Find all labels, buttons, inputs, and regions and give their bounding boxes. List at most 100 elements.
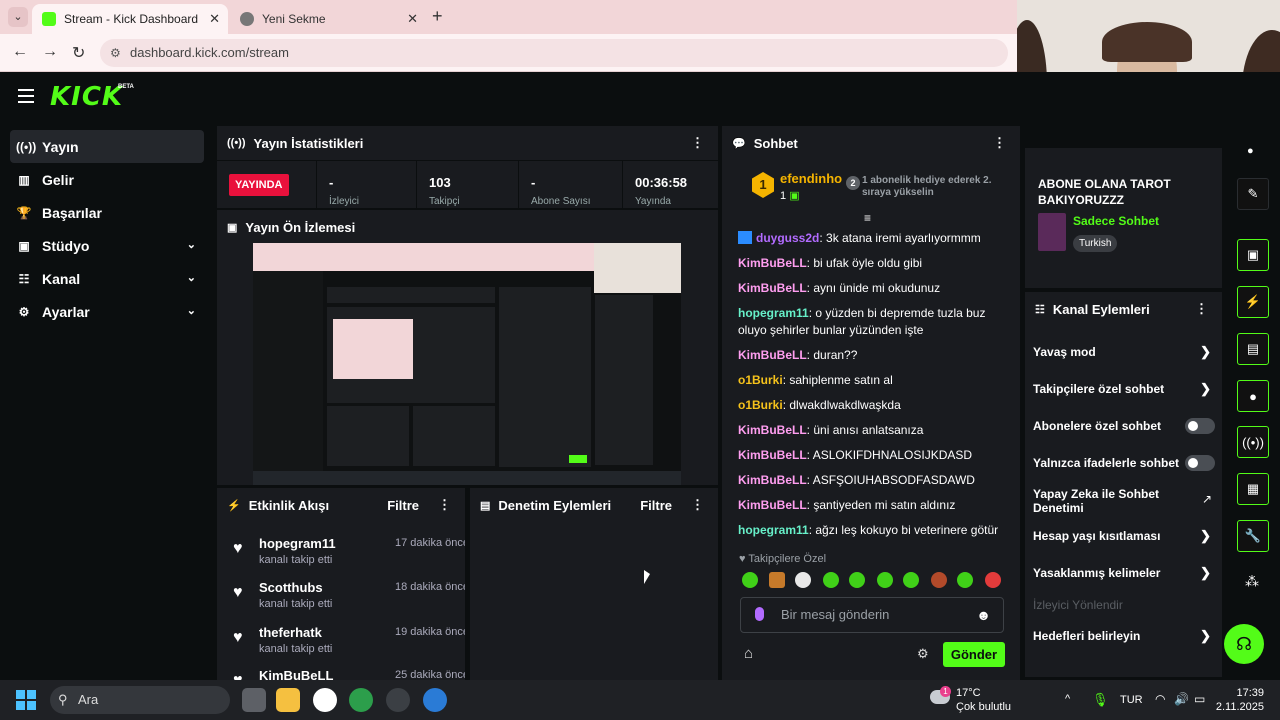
site-info-icon[interactable]: ⚙ [110,39,121,67]
emote-icon[interactable] [931,572,947,588]
battery-icon[interactable]: ▭ [1194,692,1205,706]
action-followers-only[interactable]: Takipçilere özel sohbet ❯ [1033,381,1215,396]
filter-button[interactable]: Filtre [387,498,419,513]
kick-logo[interactable]: KICK [50,82,123,112]
category-link[interactable]: Sadece Sohbet [1073,214,1159,228]
sidebar-item-studyo[interactable]: ▣ Stüdyo ⌄ [10,229,204,262]
weather-temp[interactable]: 17°C [956,687,981,699]
document-icon[interactable]: ▤ [1237,333,1269,365]
emote-icon[interactable] [795,572,811,588]
activity-user[interactable]: theferhatk [259,625,322,640]
activity-user[interactable]: Scotthubs [259,580,323,595]
taskbar-search[interactable]: ⚲ Ara [50,686,230,714]
volume-icon[interactable]: 🔊 [1174,692,1189,706]
subscribers-only-toggle[interactable] [1185,418,1215,434]
action-banned-words[interactable]: Yasaklanmış kelimeler ❯ [1033,565,1215,580]
send-button[interactable]: Gönder [943,642,1005,667]
emote-icon[interactable] [957,572,973,588]
category-thumbnail[interactable] [1038,213,1066,251]
tab-new-tab[interactable]: Yeni Sekme ✕ [230,4,426,34]
action-slow-mode[interactable]: Yavaş mod ❯ [1033,344,1215,359]
chat-username[interactable]: KimBuBeLL [738,256,807,270]
filter-button[interactable]: Filtre [640,498,672,513]
emote-icon[interactable] [823,572,839,588]
sidebar-item-basarilar[interactable]: 🏆 Başarılar [10,196,204,229]
microphone-icon[interactable]: 🎙 [1092,692,1109,708]
settings-icon[interactable]: ⚙ [917,646,929,662]
action-emotes-only[interactable]: Yalnızca ifadelerle sohbet [1033,455,1215,471]
sidebar-item-gelir[interactable]: ▥ Gelir [10,163,204,196]
apps-icon[interactable]: ⁂ [1245,573,1259,590]
obs-icon[interactable] [423,688,447,712]
emote-icon[interactable] [877,572,893,588]
wifi-icon[interactable]: ◠ [1155,692,1165,706]
activity-user[interactable]: KimBuBeLL [259,668,333,680]
broadcast-icon[interactable]: ((•)) [1237,426,1269,458]
preview-video[interactable] [253,243,681,485]
weather-text[interactable]: Çok bulutlu [956,701,1011,713]
back-icon[interactable]: ← [12,43,28,61]
collapse-icon[interactable]: ≡ [864,211,871,225]
chat-username[interactable]: o1Burki [738,398,783,412]
emote-icon[interactable] [849,572,865,588]
tab-kick-dashboard[interactable]: Stream - Kick Dashboard ✕ [32,4,228,34]
chat-username[interactable]: KimBuBeLL [738,498,807,512]
chat-username[interactable]: KimBuBeLL [738,448,807,462]
chevron-up-icon[interactable]: ^ [1065,693,1070,705]
chat-bubble-icon[interactable]: ● [1237,380,1269,412]
action-set-goals[interactable]: Hedefleri belirleyin ❯ [1033,628,1215,643]
gifter-name[interactable]: efendinho [780,171,842,186]
microphone-icon[interactable] [755,607,764,621]
action-account-age[interactable]: Hesap yaşı kısıtlaması ❯ [1033,528,1215,543]
action-subscribers-only[interactable]: Abonelere özel sohbet [1033,418,1215,434]
emoji-icon[interactable]: ☻ [976,598,991,632]
new-tab-button[interactable]: + [432,6,443,27]
support-icon[interactable]: ☊ [1224,624,1264,664]
sidebar-item-kanal[interactable]: ☷ Kanal ⌄ [10,262,204,295]
forward-icon[interactable]: → [42,43,58,61]
url-input[interactable]: ⚙ dashboard.kick.com/stream [100,39,1008,67]
file-explorer-icon[interactable] [276,688,300,712]
sidebar-item-ayarlar[interactable]: ⚙ Ayarlar ⌄ [10,295,204,328]
edit-icon[interactable]: ✎ [1237,178,1269,210]
close-icon[interactable]: ✕ [209,11,220,27]
emote-icon[interactable] [769,572,785,588]
windows-start-icon[interactable] [16,690,36,710]
chat-username[interactable]: KimBuBeLL [738,423,807,437]
chat-username[interactable]: hopegram11 [738,523,809,537]
chrome-icon[interactable] [349,688,373,712]
language-indicator[interactable]: TUR [1120,694,1143,706]
close-icon[interactable]: ✕ [407,11,418,27]
chat-username[interactable]: KimBuBeLL [738,348,807,362]
store-icon[interactable]: ⌂ [744,645,753,662]
task-view-icon[interactable] [242,688,266,712]
emotes-only-toggle[interactable] [1185,455,1215,471]
sidebar-item-yayin[interactable]: ((•)) Yayın [10,130,204,163]
layout-icon[interactable]: ▦ [1237,473,1269,505]
tab-search-dropdown[interactable]: ⌄ [8,7,28,27]
yandex-icon[interactable] [313,688,337,712]
chat-message-input[interactable]: Bir mesaj gönderin ☻ [740,597,1004,633]
external-link-icon[interactable]: ↗ [1202,492,1212,506]
chat-username[interactable]: KimBuBeLL [738,473,807,487]
chat-username[interactable]: KimBuBeLL [738,281,807,295]
chat-username[interactable]: duyguss2d [756,231,819,245]
more-icon[interactable]: ⋮ [993,135,1006,151]
camera-icon[interactable]: ▣ [1237,239,1269,271]
more-icon[interactable]: ⋮ [1195,301,1208,317]
chat-username[interactable]: hopegram11 [738,306,809,320]
emote-icon[interactable] [985,572,1001,588]
reload-icon[interactable]: ↻ [72,43,85,63]
clock-date[interactable]: 2.11.2025 [1210,701,1264,713]
chat-username[interactable]: o1Burki [738,373,783,387]
app-icon[interactable] [386,688,410,712]
wrench-icon[interactable]: 🔧 [1237,520,1269,552]
emote-icon[interactable] [903,572,919,588]
more-icon[interactable]: ⋮ [691,497,704,513]
action-ai-moderation[interactable]: Yapay Zeka ile Sohbet Denetimi [1033,487,1183,515]
menu-icon[interactable] [18,89,34,103]
clock-time[interactable]: 17:39 [1232,687,1264,699]
activity-user[interactable]: hopegram11 [259,536,336,551]
more-icon[interactable]: ⋮ [691,135,704,151]
lightning-icon[interactable]: ⚡ [1237,286,1269,318]
